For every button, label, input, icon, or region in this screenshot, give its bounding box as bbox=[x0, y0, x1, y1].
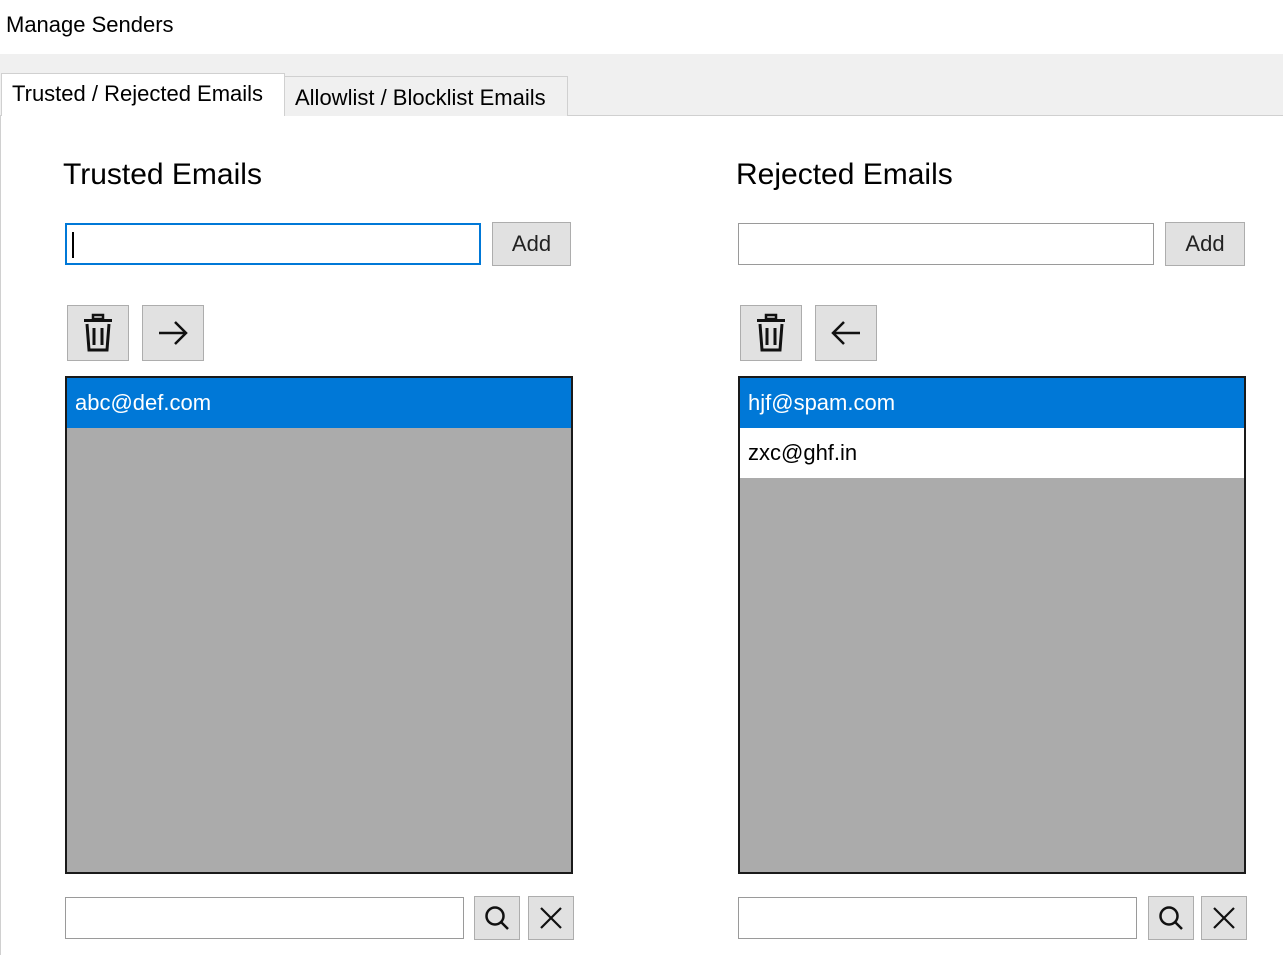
trash-icon bbox=[754, 313, 788, 353]
list-item[interactable]: zxc@ghf.in bbox=[740, 428, 1244, 478]
text-caret bbox=[72, 232, 74, 258]
list-item[interactable]: hjf@spam.com bbox=[740, 378, 1244, 428]
trusted-search-input[interactable] bbox=[65, 897, 464, 939]
trusted-search-button[interactable] bbox=[474, 896, 520, 940]
close-icon bbox=[537, 904, 565, 932]
move-to-rejected-button[interactable] bbox=[142, 305, 204, 361]
move-to-trusted-button[interactable] bbox=[815, 305, 877, 361]
list-item[interactable]: abc@def.com bbox=[67, 378, 571, 428]
tab-allowlist-blocklist[interactable]: Allowlist / Blocklist Emails bbox=[284, 76, 568, 116]
trusted-heading: Trusted Emails bbox=[63, 158, 262, 191]
search-icon bbox=[1157, 904, 1185, 932]
window-title: Manage Senders bbox=[6, 12, 174, 37]
tab-trusted-rejected[interactable]: Trusted / Rejected Emails bbox=[1, 73, 285, 117]
close-icon bbox=[1210, 904, 1238, 932]
trusted-email-input[interactable] bbox=[65, 223, 481, 265]
search-icon bbox=[483, 904, 511, 932]
rejected-add-button[interactable]: Add bbox=[1165, 222, 1245, 266]
trusted-clear-search-button[interactable] bbox=[528, 896, 574, 940]
trusted-add-button[interactable]: Add bbox=[492, 222, 571, 266]
trusted-delete-button[interactable] bbox=[67, 305, 129, 361]
rejected-delete-button[interactable] bbox=[740, 305, 802, 361]
trash-icon bbox=[81, 313, 115, 353]
trusted-email-list[interactable]: abc@def.com bbox=[65, 376, 573, 874]
rejected-heading: Rejected Emails bbox=[736, 158, 953, 191]
rejected-search-input[interactable] bbox=[738, 897, 1137, 939]
rejected-email-input[interactable] bbox=[738, 223, 1154, 265]
rejected-search-button[interactable] bbox=[1148, 896, 1194, 940]
arrow-left-icon bbox=[829, 318, 863, 348]
arrow-right-icon bbox=[156, 318, 190, 348]
rejected-clear-search-button[interactable] bbox=[1201, 896, 1247, 940]
rejected-email-list[interactable]: hjf@spam.com zxc@ghf.in bbox=[738, 376, 1246, 874]
